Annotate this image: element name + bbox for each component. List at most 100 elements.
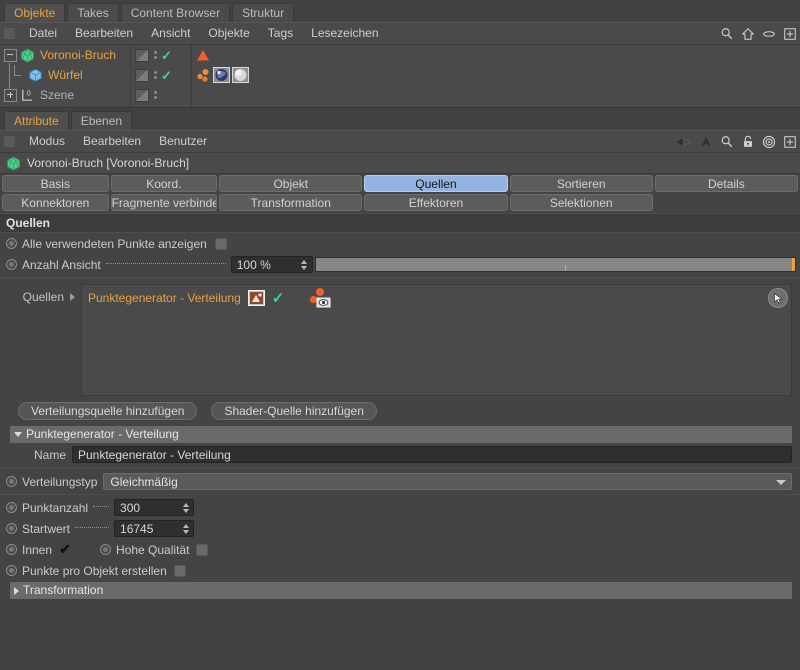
back-arrow-icon[interactable] [675, 135, 692, 149]
param-tab-sortieren[interactable]: Sortieren [509, 175, 653, 192]
visibility-dots-icon[interactable] [153, 91, 157, 99]
group-bar-transformation-label: Transformation [23, 583, 104, 597]
material-blue-tag-icon[interactable] [213, 67, 230, 83]
param-tab-konnektoren[interactable]: Konnektoren [2, 194, 109, 211]
visibility-toggle-icon[interactable] [135, 48, 149, 62]
menubar-grip-icon[interactable] [4, 136, 15, 147]
visibility-toggle-icon[interactable] [135, 68, 149, 82]
list-item-enabled-check-icon[interactable]: ✓ [272, 291, 285, 306]
param-indicator-icon[interactable] [100, 544, 112, 555]
cursor-arrow-icon[interactable] [768, 288, 788, 308]
param-indicator-icon[interactable] [6, 544, 17, 555]
param-tab-objekt[interactable]: Objekt [219, 175, 363, 192]
chevron-down-icon[interactable] [14, 432, 22, 437]
spinner-anzahl-ansicht[interactable] [299, 257, 310, 272]
param-indicator-icon[interactable] [6, 259, 17, 270]
tab-content-browser[interactable]: Content Browser [120, 3, 231, 22]
expand-arrow-icon[interactable] [70, 293, 75, 301]
tab-struktur[interactable]: Struktur [232, 3, 295, 22]
shader-source-icon[interactable] [247, 290, 265, 306]
tree-label-voronoi-bruch: Voronoi-Bruch [40, 48, 117, 62]
param-tab-fragmente-verbinden[interactable]: Fragmente verbinden [110, 194, 218, 211]
spinner-punktanzahl[interactable] [180, 500, 191, 515]
list-item[interactable]: Punktegenerator - Verteilung ✓ [82, 285, 791, 311]
field-punktanzahl[interactable]: 300 [114, 499, 195, 516]
visibility-toggle-icon[interactable] [135, 88, 149, 102]
menu-lesezeichen[interactable]: Lesezeichen [302, 23, 387, 44]
tab-takes-label: Takes [77, 6, 109, 20]
add-shader-source-button[interactable]: Shader-Quelle hinzufügen [211, 402, 377, 420]
menu-objekte[interactable]: Objekte [199, 23, 258, 44]
checkbox-hohe-qualitaet[interactable] [196, 543, 209, 556]
attribute-object-header: Voronoi-Bruch [Voronoi-Bruch] [0, 153, 800, 174]
tab-objekte[interactable]: Objekte [4, 3, 66, 22]
input-name-value: Punktegenerator - Verteilung [78, 447, 231, 462]
tree-label-wuerfel: Würfel [48, 68, 83, 82]
label-hohe-qualitaet: Hohe Qualität [116, 542, 190, 557]
spinner-startwert[interactable] [180, 521, 191, 536]
visibility-dots-icon[interactable] [153, 71, 157, 79]
param-indicator-icon[interactable] [6, 523, 17, 534]
sources-listbox[interactable]: Punktegenerator - Verteilung ✓ [81, 284, 792, 396]
attribute-manager-tabstrip: Attribute Ebenen [0, 108, 800, 130]
tree-toggle-minus-icon[interactable] [4, 48, 17, 62]
dropdown-verteilungstyp[interactable]: Gleichmäßig [103, 473, 792, 490]
point-generator-tag-icon[interactable] [195, 67, 211, 83]
tab-attribute[interactable]: Attribute [4, 111, 69, 130]
search-icon[interactable] [720, 27, 734, 41]
param-tab-details[interactable]: Details [654, 175, 798, 192]
tree-toggle-plus-icon[interactable] [4, 88, 17, 102]
menubar-grip-icon[interactable] [4, 28, 15, 39]
lock-icon[interactable] [741, 135, 755, 149]
param-indicator-icon[interactable] [6, 565, 17, 576]
checkbox-alle-punkte-anzeigen[interactable] [214, 237, 227, 250]
enabled-check-icon[interactable]: ✓ [161, 49, 172, 62]
param-tab-selektionen[interactable]: Selektionen [509, 194, 653, 211]
field-anzahl-ansicht[interactable]: 100 % [230, 256, 313, 273]
point-generator-eye-icon[interactable] [307, 287, 333, 309]
divider [0, 494, 800, 495]
voronoi-fracture-icon [20, 47, 35, 63]
group-bar-punktegenerator[interactable]: Punktegenerator - Verteilung [10, 426, 792, 443]
target-icon[interactable] [762, 135, 776, 149]
add-distribution-source-button[interactable]: Verteilungsquelle hinzufügen [18, 402, 198, 420]
visibility-dots-icon[interactable] [153, 51, 157, 59]
chevron-right-icon[interactable] [14, 586, 19, 595]
plus-box-icon[interactable] [783, 27, 797, 41]
menu-ansicht[interactable]: Ansicht [142, 23, 199, 44]
tab-ebenen[interactable]: Ebenen [70, 111, 133, 130]
menu-tags[interactable]: Tags [259, 23, 302, 44]
param-tab-basis[interactable]: Basis [2, 175, 109, 192]
menu-bearbeiten-attr[interactable]: Bearbeiten [74, 131, 150, 152]
plus-box-icon[interactable] [783, 135, 797, 149]
field-startwert[interactable]: 16745 [114, 520, 195, 537]
param-indicator-icon[interactable] [6, 476, 17, 487]
param-tab-effektoren[interactable]: Effektoren [364, 194, 508, 211]
param-tab-koord[interactable]: Koord. [110, 175, 218, 192]
object-tree-columns: ✓ ✓ [130, 45, 192, 107]
param-tab-quellen[interactable]: Quellen [364, 175, 508, 192]
param-indicator-icon[interactable] [6, 502, 17, 513]
param-tab-transformation[interactable]: Transformation [219, 194, 363, 211]
menu-modus[interactable]: Modus [20, 131, 74, 152]
ellipse-icon[interactable] [762, 27, 776, 41]
menu-benutzer[interactable]: Benutzer [150, 131, 216, 152]
enabled-check-icon[interactable]: ✓ [161, 69, 172, 82]
attribute-manager-toolbar [675, 131, 797, 152]
up-arrow-icon[interactable] [699, 135, 713, 149]
checkbox-innen[interactable]: ✔ [58, 542, 72, 556]
material-white-tag-icon[interactable] [232, 67, 249, 83]
slider-anzahl-ansicht[interactable] [314, 257, 796, 272]
sources-buttons-row: Verteilungsquelle hinzufügen Shader-Quel… [0, 396, 800, 425]
home-icon[interactable] [741, 27, 755, 41]
menu-bearbeiten[interactable]: Bearbeiten [66, 23, 142, 44]
menu-datei[interactable]: Datei [20, 23, 66, 44]
chevron-down-icon[interactable] [776, 480, 786, 485]
checkbox-punkte-pro-objekt[interactable] [173, 564, 186, 577]
group-bar-transformation[interactable]: Transformation [10, 582, 792, 599]
input-name[interactable]: Punktegenerator - Verteilung [72, 446, 792, 463]
tab-takes[interactable]: Takes [67, 3, 119, 22]
param-indicator-icon[interactable] [6, 238, 17, 249]
orange-triangle-tag-icon[interactable] [195, 47, 211, 63]
search-icon[interactable] [720, 135, 734, 149]
